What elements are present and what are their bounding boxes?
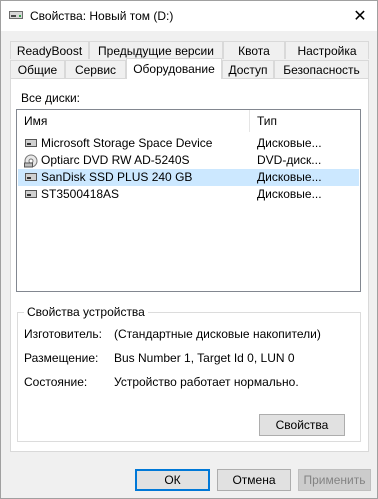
tab-tools[interactable]: Сервис xyxy=(65,60,126,78)
column-header-name[interactable]: Имя xyxy=(24,110,47,132)
manufacturer-label: Изготовитель: xyxy=(24,327,102,341)
dvd-drive-icon xyxy=(24,154,38,168)
column-header-type[interactable]: Тип xyxy=(257,110,277,132)
tab-hardware[interactable]: Оборудование xyxy=(126,58,222,79)
disk-drive-icon xyxy=(25,139,37,147)
tab-security[interactable]: Безопасность xyxy=(274,60,369,78)
window-title: Свойства: Новый том (D:) xyxy=(30,9,174,23)
list-header: Имя Тип xyxy=(17,110,360,132)
list-item-selected[interactable]: SanDisk SSD PLUS 240 GB Дисковые... xyxy=(18,169,359,186)
disk-type: Дисковые... xyxy=(257,187,322,201)
disk-name: Optiarc DVD RW AD-5240S xyxy=(41,153,190,167)
column-label: Тип xyxy=(257,114,278,128)
list-item[interactable]: Microsoft Storage Space Device Дисковые.… xyxy=(18,135,359,152)
close-button[interactable]: ✕ xyxy=(343,1,377,31)
close-icon: ✕ xyxy=(353,8,367,25)
properties-window: Свойства: Новый том (D:) ✕ ReadyBoost Пр… xyxy=(0,0,378,499)
tab-previous-versions[interactable]: Предыдущие версии xyxy=(89,41,223,59)
disk-list[interactable]: Имя Тип Microsoft Storage Space Device Д… xyxy=(16,109,361,292)
device-properties-button[interactable]: Свойства xyxy=(259,414,345,436)
disk-type: Дисковые... xyxy=(257,170,322,184)
tab-sharing[interactable]: Доступ xyxy=(222,60,274,78)
disk-drive-icon xyxy=(25,190,37,198)
location-value: Bus Number 1, Target Id 0, LUN 0 xyxy=(114,351,295,365)
tab-general[interactable]: Общие xyxy=(10,60,65,78)
apply-button[interactable]: Применить xyxy=(298,469,371,491)
disk-type: Дисковые... xyxy=(257,136,322,150)
disk-type: DVD-диск... xyxy=(257,153,322,167)
tab-label: Безопасность xyxy=(283,62,360,77)
tab-label: Квота xyxy=(238,43,270,58)
manufacturer-value: (Стандартные дисковые накопители) xyxy=(114,327,321,341)
title-bar: Свойства: Новый том (D:) ✕ xyxy=(1,1,377,31)
button-label: ОК xyxy=(164,473,181,487)
tab-label: Доступ xyxy=(228,62,268,77)
column-label: Имя xyxy=(24,114,48,128)
tab-label: Общие xyxy=(17,62,58,77)
list-item[interactable]: Optiarc DVD RW AD-5240S DVD-диск... xyxy=(18,152,359,169)
device-properties-title: Свойства устройства xyxy=(24,305,148,319)
tab-label: Сервис xyxy=(74,62,117,77)
button-label: Свойства xyxy=(275,418,329,432)
tab-customize[interactable]: Настройка xyxy=(285,41,369,59)
tab-label: Оборудование xyxy=(133,62,215,76)
ok-button[interactable]: ОК xyxy=(135,469,210,491)
tab-label: Предыдущие версии xyxy=(98,43,214,58)
location-label: Размещение: xyxy=(24,351,99,365)
cancel-button[interactable]: Отмена xyxy=(217,469,291,491)
disk-name: SanDisk SSD PLUS 240 GB xyxy=(41,170,193,184)
disk-name: Microsoft Storage Space Device xyxy=(41,136,213,150)
button-label: Применить xyxy=(303,473,366,487)
button-label: Отмена xyxy=(232,473,276,487)
status-value: Устройство работает нормально. xyxy=(114,375,299,389)
disk-name: ST3500418AS xyxy=(41,187,120,201)
tab-quota[interactable]: Квота xyxy=(223,41,285,59)
list-item[interactable]: ST3500418AS Дисковые... xyxy=(18,186,359,203)
disk-drive-icon xyxy=(25,173,37,181)
tab-label: ReadyBoost xyxy=(16,43,83,58)
tab-readyboost[interactable]: ReadyBoost xyxy=(10,41,89,59)
column-divider[interactable] xyxy=(249,110,250,132)
all-disks-label: Все диски: xyxy=(21,91,81,105)
status-label: Состояние: xyxy=(24,375,88,389)
tab-label: Настройка xyxy=(297,43,357,58)
drive-icon xyxy=(9,11,23,19)
